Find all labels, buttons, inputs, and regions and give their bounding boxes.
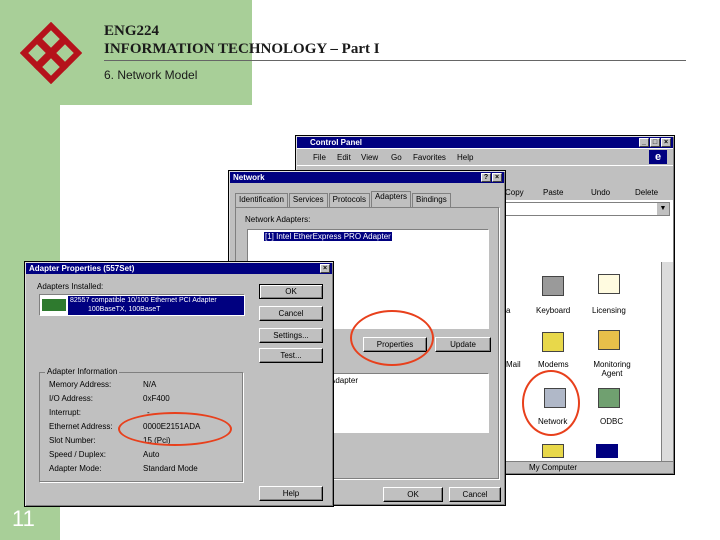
control-panel-title: Control Panel: [310, 138, 363, 147]
control-panel-titlebar[interactable]: Control Panel _ □ ×: [297, 137, 673, 148]
adapters-installed-list[interactable]: 82557 compatible 10/100 Ethernet PCI Ada…: [39, 294, 245, 316]
ok-button[interactable]: OK: [259, 284, 323, 299]
icon-label-licensing[interactable]: Licensing: [592, 306, 626, 315]
ie-logo-icon: e: [649, 150, 667, 164]
row-value-memory-address: N/A: [143, 380, 157, 389]
partial-label-mail: Mail: [506, 360, 521, 369]
icon-label-keyboard[interactable]: Keyboard: [536, 306, 570, 315]
menu-go[interactable]: Go: [391, 153, 402, 162]
highlight-ethernet-address: [118, 412, 232, 446]
menu-help[interactable]: Help: [457, 153, 473, 162]
tab-adapters[interactable]: Adapters: [370, 191, 411, 207]
close-button[interactable]: ×: [492, 173, 502, 182]
close-button[interactable]: ×: [661, 138, 671, 147]
network-adapters-label: Network Adapters:: [245, 215, 311, 224]
chevron-down-icon[interactable]: ▼: [657, 203, 669, 215]
university-logo: [20, 22, 82, 84]
network-tabs: Identification Services Protocols Adapte…: [235, 191, 451, 207]
network-ok-button[interactable]: OK: [383, 487, 443, 502]
cancel-button[interactable]: Cancel: [259, 306, 323, 321]
maximize-button[interactable]: □: [650, 138, 660, 147]
highlight-network-icon: [522, 370, 580, 436]
installed-adapter-line2: 100BaseTX, 100BaseT: [88, 306, 161, 313]
network-card-icon: [42, 299, 66, 311]
control-panel-menubar: File Edit View Go Favorites Help e: [297, 149, 673, 165]
row-value-adapter-mode: Standard Mode: [143, 464, 198, 473]
help-button[interactable]: ?: [481, 173, 491, 182]
tab-bindings[interactable]: Bindings: [412, 193, 451, 207]
course-code: ENG224: [104, 23, 160, 39]
highlight-properties-button: [350, 310, 434, 366]
folder-icon[interactable]: [542, 444, 564, 458]
title-divider: [104, 60, 686, 61]
title-block: ENG224 INFORMATION TECHNOLOGY – Part I: [104, 22, 380, 58]
modems-icon[interactable]: [542, 332, 564, 352]
page-number: 11: [12, 506, 35, 531]
close-button[interactable]: ×: [320, 264, 330, 273]
partial-label: a: [506, 306, 511, 315]
adapter-properties-window: Adapter Properties (557Set) × Adapters I…: [24, 261, 334, 507]
tab-identification[interactable]: Identification: [235, 193, 288, 207]
test-button[interactable]: Test...: [259, 348, 323, 363]
tab-protocols[interactable]: Protocols: [328, 193, 370, 207]
keyboard-icon[interactable]: [542, 276, 564, 296]
update-button[interactable]: Update: [435, 337, 491, 352]
minimize-button[interactable]: _: [639, 138, 649, 147]
odbc-icon[interactable]: [598, 388, 620, 408]
adapter-list-item[interactable]: [1] Intel EtherExpress PRO Adapter: [264, 232, 392, 241]
adapter-information-heading: Adapter Information: [45, 367, 120, 376]
adapter-properties-title: Adapter Properties (557Set): [29, 264, 135, 273]
menu-view[interactable]: View: [361, 153, 378, 162]
settings-button[interactable]: Settings...: [259, 328, 323, 343]
row-value-io-address: 0xF400: [143, 394, 170, 403]
icon-label-odbc[interactable]: ODBC: [600, 417, 623, 426]
adapter-info-box: Adapter: [327, 373, 489, 433]
row-label-slot-number: Slot Number:: [49, 436, 96, 445]
novell-icon[interactable]: [596, 444, 618, 458]
course-title: INFORMATION TECHNOLOGY – Part I: [104, 41, 380, 57]
row-label-adapter-mode: Adapter Mode:: [49, 464, 102, 473]
row-label-memory-address: Memory Address:: [49, 380, 112, 389]
toolbar-delete[interactable]: Delete: [635, 188, 658, 197]
address-bar[interactable]: ▼: [502, 202, 670, 216]
toolbar-undo[interactable]: Undo: [591, 188, 610, 197]
toolbar-paste[interactable]: Paste: [543, 188, 563, 197]
toolbar-copy[interactable]: Copy: [505, 188, 524, 197]
section-title: 6. Network Model: [104, 68, 198, 82]
row-label-io-address: I/O Address:: [49, 394, 94, 403]
network-title: Network: [233, 173, 265, 182]
status-text: My Computer: [529, 463, 578, 472]
icon-label-monitoring-agent[interactable]: Monitoring Agent: [590, 360, 634, 378]
menu-favorites[interactable]: Favorites: [413, 153, 446, 162]
installed-adapter-line1: 82557 compatible 10/100 Ethernet PCI Ada…: [70, 297, 217, 304]
row-label-speed-duplex: Speed / Duplex:: [49, 450, 106, 459]
monitoring-agent-icon[interactable]: [598, 330, 620, 350]
adapters-installed-label: Adapters Installed:: [37, 282, 104, 291]
row-label-ethernet-address: Ethernet Address:: [49, 422, 113, 431]
control-panel-scrollbar[interactable]: [661, 262, 673, 462]
network-titlebar[interactable]: Network ? ×: [230, 172, 504, 183]
row-label-interrupt: Interrupt:: [49, 408, 82, 417]
tab-services[interactable]: Services: [288, 193, 328, 207]
licensing-icon[interactable]: [598, 274, 620, 294]
adapter-properties-titlebar[interactable]: Adapter Properties (557Set) ×: [26, 263, 332, 274]
installed-adapter-item[interactable]: 82557 compatible 10/100 Ethernet PCI Ada…: [68, 296, 244, 315]
icon-label-modems[interactable]: Modems: [538, 360, 569, 369]
row-value-speed-duplex: Auto: [143, 450, 160, 459]
adapter-help-button[interactable]: Help: [259, 486, 323, 501]
menu-edit[interactable]: Edit: [337, 153, 351, 162]
adapter-info-text: Adapter: [330, 376, 359, 385]
network-cancel-button[interactable]: Cancel: [449, 487, 501, 502]
menu-file[interactable]: File: [313, 153, 326, 162]
